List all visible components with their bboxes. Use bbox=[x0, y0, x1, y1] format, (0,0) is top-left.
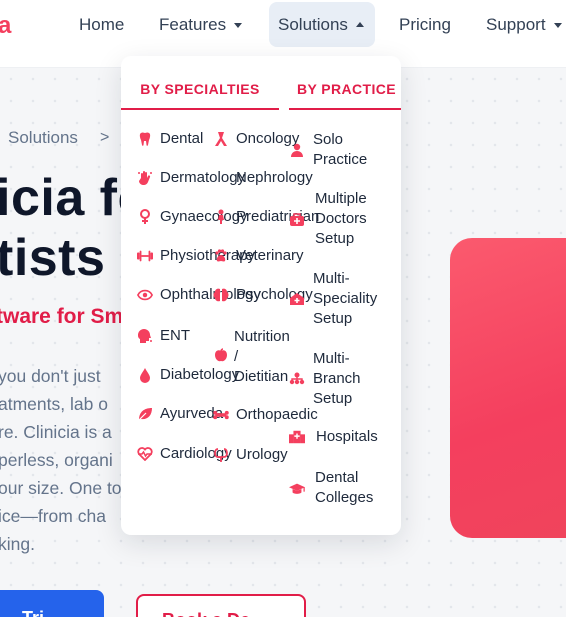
hand-icon bbox=[137, 170, 153, 186]
label-line: Setup bbox=[315, 230, 355, 247]
nav-home[interactable]: Home bbox=[79, 4, 124, 46]
nav-pricing[interactable]: Pricing bbox=[399, 4, 451, 46]
nav-support-label: Support bbox=[486, 15, 546, 34]
apple-icon bbox=[213, 347, 229, 363]
tab-by-specialties[interactable]: BY SPECIALTIES bbox=[121, 70, 279, 110]
label-line: Speciality bbox=[313, 290, 378, 307]
leaf-icon bbox=[137, 406, 153, 422]
menu-item-oncology[interactable]: Oncology bbox=[213, 130, 299, 147]
label-line: Dietitian bbox=[234, 368, 289, 385]
menu-item-dental-colleges[interactable] bbox=[289, 481, 312, 497]
breadcrumb-separator: > bbox=[100, 129, 110, 146]
label-line: Dental bbox=[315, 469, 359, 486]
menu-item-label-multiline: Multi- Speciality Setup bbox=[313, 269, 377, 329]
menu-item-veterinary[interactable]: Veterinary bbox=[213, 247, 304, 264]
hero-subtitle: tware for Sm bbox=[0, 305, 124, 328]
urology-icon bbox=[213, 447, 229, 463]
label-line: Doctors bbox=[315, 210, 367, 227]
menu-item-multi-branch[interactable] bbox=[289, 371, 312, 387]
hospital-icon bbox=[289, 429, 305, 445]
ribbon-icon bbox=[213, 131, 229, 147]
menu-item-label: Veterinary bbox=[236, 247, 304, 264]
head-icon bbox=[137, 328, 153, 344]
label-line: Multi- bbox=[313, 350, 350, 367]
menu-item-hospitals[interactable]: Hospitals bbox=[289, 428, 378, 445]
menu-item-dental[interactable]: Dental bbox=[137, 130, 203, 147]
nav-pricing-label: Pricing bbox=[399, 15, 451, 34]
eye-icon bbox=[137, 287, 153, 303]
menu-item-solo-practice[interactable] bbox=[289, 142, 312, 158]
kidney-icon bbox=[213, 170, 229, 186]
menu-item-ayurveda[interactable]: Ayurveda bbox=[137, 405, 223, 422]
label-line: Multiple bbox=[315, 190, 367, 207]
menu-item-nutrition-dietitian[interactable] bbox=[213, 347, 236, 363]
menu-item-label: Orthopaedic bbox=[236, 406, 318, 423]
breadcrumb[interactable]: Solutions bbox=[8, 128, 78, 148]
sitemap-icon bbox=[289, 371, 305, 387]
graduation-cap-icon bbox=[289, 481, 305, 497]
menu-item-label: Hospitals bbox=[316, 428, 378, 445]
nav-home-label: Home bbox=[79, 15, 125, 34]
menu-item-ent[interactable]: ENT bbox=[137, 327, 190, 344]
label-line: Solo bbox=[313, 131, 344, 148]
label-line: / bbox=[234, 348, 239, 365]
menu-item-orthopaedic[interactable]: Orthopaedic bbox=[213, 406, 318, 423]
label-line: Setup bbox=[313, 390, 353, 407]
logo[interactable]: a bbox=[0, 12, 11, 40]
paw-icon bbox=[213, 248, 229, 264]
baby-icon bbox=[213, 209, 229, 225]
hero-title-line-2: tists bbox=[0, 229, 106, 287]
menu-item-label: Dental bbox=[160, 130, 204, 147]
menu-item-label: Urology bbox=[236, 446, 288, 463]
menu-item-label: ENT bbox=[160, 327, 190, 344]
user-icon bbox=[289, 142, 305, 158]
menu-item-label-multiline: Multi- Branch Setup bbox=[313, 349, 361, 409]
solutions-dropdown-menu: BY SPECIALTIES BY PRACTICE Dental Dermat… bbox=[121, 56, 401, 535]
nav-features[interactable]: Features bbox=[159, 4, 243, 46]
menu-item-diabetology[interactable]: Diabetology bbox=[137, 366, 239, 383]
menu-item-urology[interactable]: Urology bbox=[213, 446, 288, 463]
label-line: Setup bbox=[313, 310, 353, 327]
tooth-icon bbox=[137, 131, 153, 147]
dumbbell-icon bbox=[137, 248, 153, 264]
drop-icon bbox=[137, 367, 153, 383]
medkit-icon bbox=[289, 291, 305, 307]
caret-up-icon bbox=[355, 22, 364, 27]
label-line: Branch bbox=[313, 370, 361, 387]
doctors-icon bbox=[289, 212, 305, 228]
menu-item-multi-speciality[interactable] bbox=[289, 291, 312, 307]
book-demo-button[interactable]: Book a De bbox=[136, 594, 306, 617]
free-trial-button[interactable]: Tri bbox=[0, 590, 104, 617]
menu-item-label-multiline: Nutrition / Dietitian bbox=[234, 327, 290, 387]
label-line: Multi- bbox=[313, 270, 350, 287]
nav-solutions[interactable]: Solutions bbox=[269, 2, 375, 47]
nav-support[interactable]: Support bbox=[486, 4, 562, 46]
menu-item-label: Diabetology bbox=[160, 366, 240, 383]
bone-icon bbox=[213, 407, 229, 423]
female-icon bbox=[137, 208, 153, 225]
caret-down-icon bbox=[234, 22, 243, 28]
menu-item-label-multiline: Solo Practice bbox=[313, 130, 367, 170]
label-line: Practice bbox=[313, 151, 368, 168]
hero-image-card bbox=[450, 238, 566, 538]
menu-item-multiple-doctors[interactable] bbox=[289, 212, 312, 228]
label-line: Colleges bbox=[315, 489, 374, 506]
caret-down-icon bbox=[553, 22, 562, 28]
tab-by-practice[interactable]: BY PRACTICE bbox=[289, 70, 401, 110]
nav-features-label: Features bbox=[159, 15, 227, 34]
label-line: Nutrition bbox=[234, 328, 290, 345]
menu-item-nephrology[interactable]: Nephrology bbox=[213, 169, 313, 186]
menu-item-label-multiline: Multiple Doctors Setup bbox=[315, 189, 367, 249]
heartbeat-icon bbox=[137, 446, 153, 462]
brain-icon bbox=[213, 287, 229, 303]
menu-item-label: Nephrology bbox=[236, 169, 313, 186]
nav-solutions-label: Solutions bbox=[278, 14, 348, 34]
menu-item-label-multiline: Dental Colleges bbox=[315, 468, 373, 508]
